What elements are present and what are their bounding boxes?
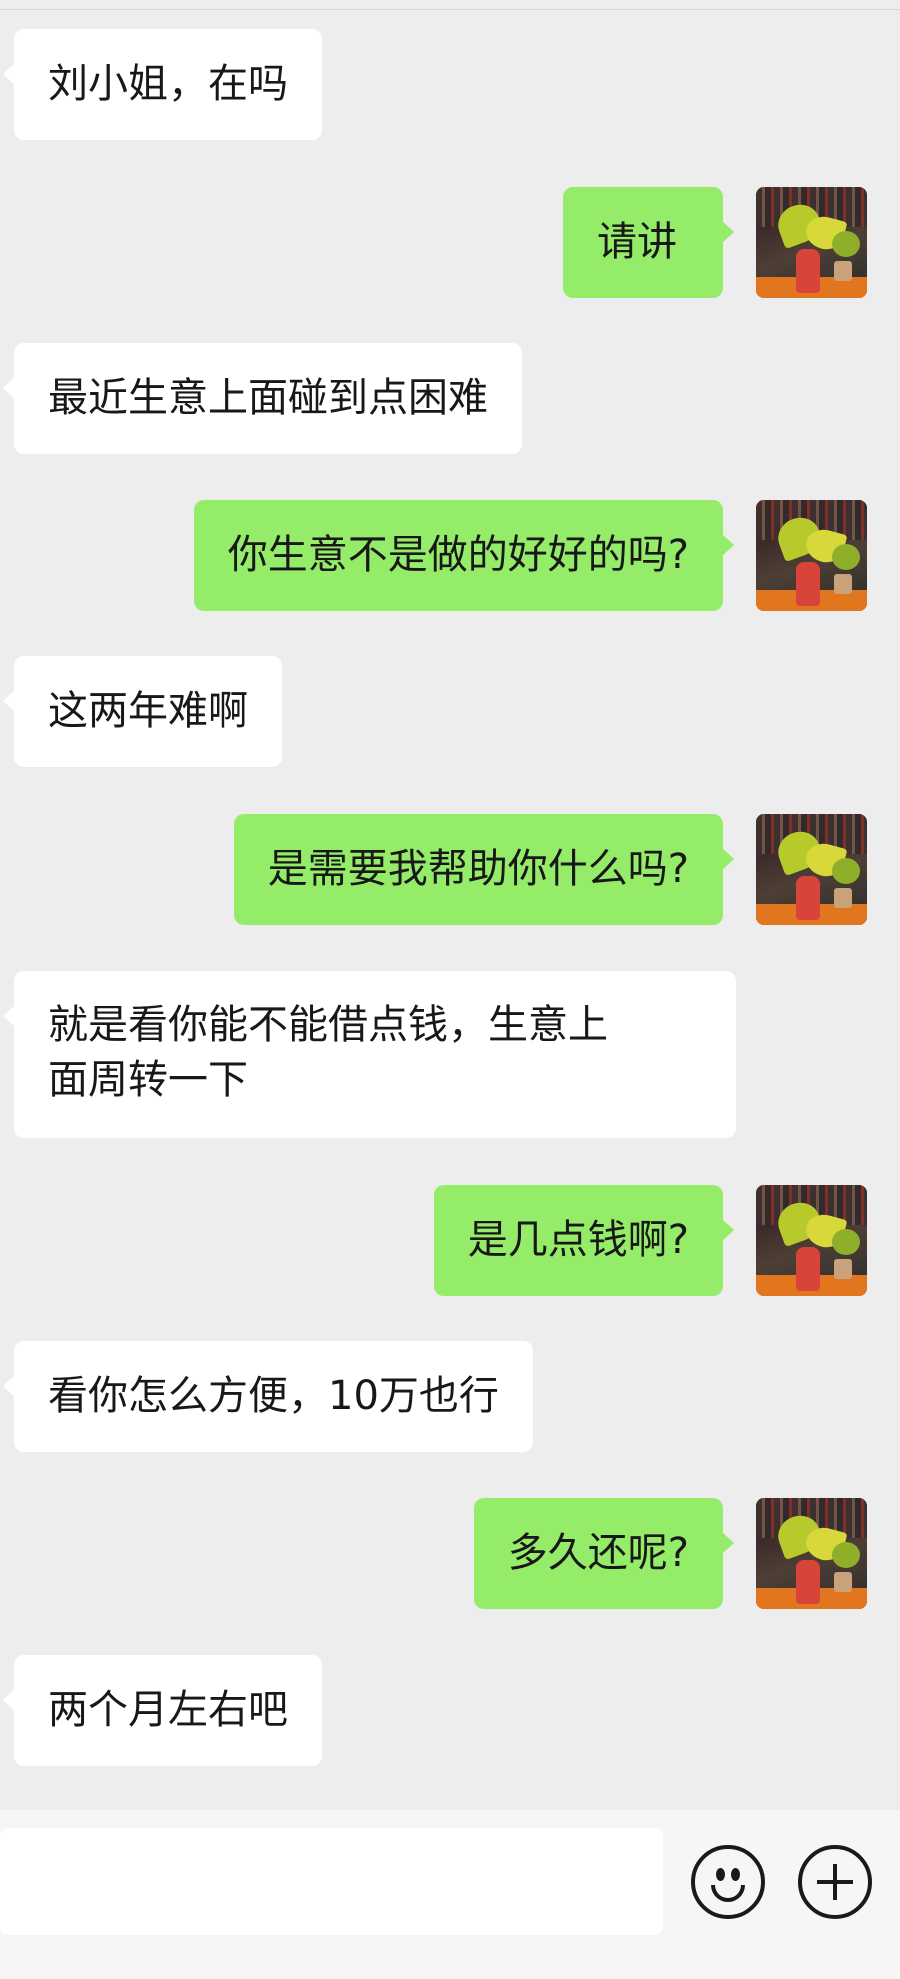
emoji-icon <box>716 1868 725 1881</box>
my-avatar[interactable] <box>756 500 867 611</box>
message-text: 你生意不是做的好好的吗? <box>227 532 689 578</box>
message-text: 最近生意上面碰到点困难 <box>48 375 488 421</box>
plus-circle-icon-vertical <box>833 1864 837 1900</box>
my-avatar[interactable] <box>756 187 867 298</box>
message-text: 刘小姐，在吗 <box>48 61 288 107</box>
incoming-message-bubble[interactable]: 就是看你能不能借点钱，生意上 面周转一下 <box>3 971 736 1138</box>
message-text: 请讲 <box>597 219 677 265</box>
outgoing-message-bubble[interactable]: 你生意不是做的好好的吗? <box>193 500 735 611</box>
message-text: 是几点钱啊? <box>467 1217 689 1263</box>
message-text: 多久还呢? <box>507 1530 689 1576</box>
message-input[interactable] <box>0 1828 663 1935</box>
add-button[interactable] <box>798 1845 872 1919</box>
my-avatar[interactable] <box>756 1498 867 1609</box>
outgoing-message-bubble[interactable]: 是需要我帮助你什么吗? <box>233 814 735 925</box>
message-text: 看你怎么方便，10万也行 <box>48 1373 499 1419</box>
incoming-message-bubble[interactable]: 两个月左右吧 <box>3 1655 322 1766</box>
emoji-button[interactable] <box>691 1845 765 1919</box>
message-text-line: 就是看你能不能借点钱，生意上 <box>48 1002 608 1048</box>
message-text: 两个月左右吧 <box>48 1687 288 1733</box>
outgoing-message-bubble[interactable]: 多久还呢? <box>473 1498 735 1609</box>
incoming-message-bubble[interactable]: 这两年难啊 <box>3 656 282 767</box>
input-bar <box>0 1810 900 1979</box>
incoming-message-bubble[interactable]: 最近生意上面碰到点困难 <box>3 343 522 454</box>
my-avatar[interactable] <box>756 1185 867 1296</box>
message-text-line: 面周转一下 <box>48 1057 248 1103</box>
emoji-icon-eye <box>731 1868 740 1881</box>
incoming-message-bubble[interactable]: 刘小姐，在吗 <box>3 29 322 140</box>
incoming-message-bubble[interactable]: 看你怎么方便，10万也行 <box>3 1341 533 1452</box>
message-text: 是需要我帮助你什么吗? <box>267 846 689 892</box>
message-text: 这两年难啊 <box>48 688 248 734</box>
chat-message-list[interactable]: 刘小姐，在吗 请讲 最近生意上面碰到点困难 你生意不是做的好好的吗? 这两年难啊… <box>0 0 900 1810</box>
emoji-icon-mouth <box>711 1885 745 1902</box>
my-avatar[interactable] <box>756 814 867 925</box>
outgoing-message-bubble[interactable]: 是几点钱啊? <box>433 1185 735 1296</box>
outgoing-message-bubble[interactable]: 请讲 <box>563 187 734 298</box>
